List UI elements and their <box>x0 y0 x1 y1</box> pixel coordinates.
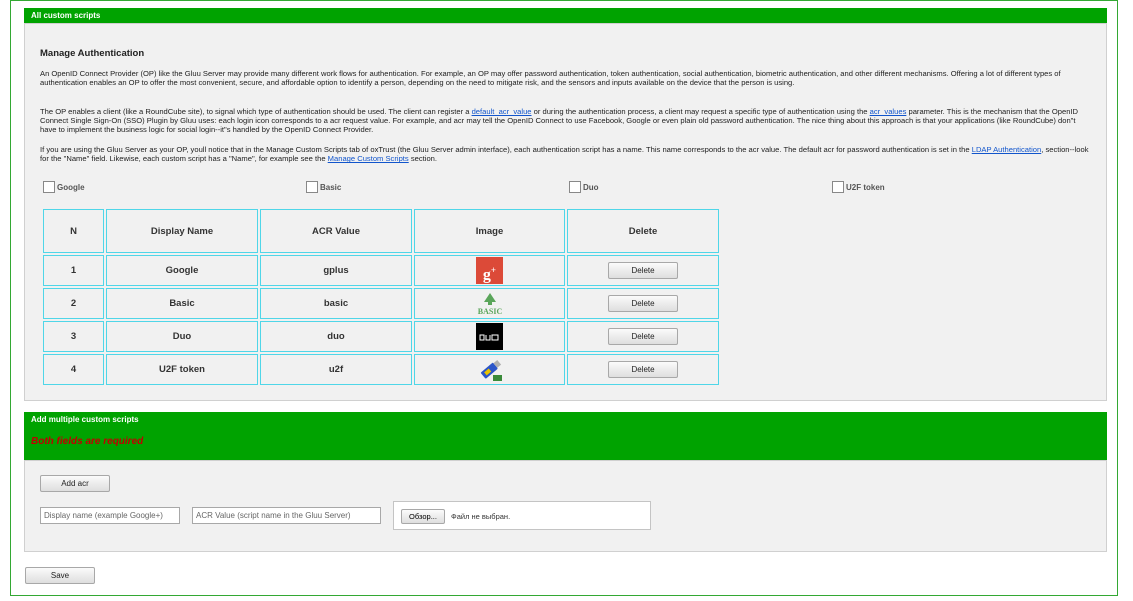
checkbox-label: Duo <box>583 182 599 192</box>
display-name-cell: Basic <box>106 288 258 319</box>
column-header: ACR Value <box>260 209 412 253</box>
column-header: Image <box>414 209 565 253</box>
row-number: 3 <box>43 321 104 352</box>
add-scripts-header: Add multiple custom scripts Both fields … <box>24 412 1107 460</box>
image-cell: BASIC <box>414 288 565 319</box>
checkbox-google[interactable]: Google <box>43 181 85 193</box>
table-row: 2 Basic basic BASIC Delete <box>43 288 719 319</box>
add-scripts-panel: Add acr Обзор... Файл не выбран. <box>24 460 1107 552</box>
row-number: 1 <box>43 255 104 286</box>
duo-icon <box>476 323 503 350</box>
column-header: Delete <box>567 209 719 253</box>
acr-value-input[interactable] <box>192 507 381 524</box>
browse-button[interactable]: Обзор... <box>401 509 445 524</box>
row-number: 4 <box>43 354 104 385</box>
acr-values-link[interactable]: acr_values <box>870 107 907 116</box>
add-scripts-title: Add multiple custom scripts <box>31 415 139 424</box>
delete-button[interactable]: Delete <box>608 328 678 345</box>
display-name-cell: Google <box>106 255 258 286</box>
acr-value-cell: duo <box>260 321 412 352</box>
checkbox-basic[interactable]: Basic <box>306 181 341 193</box>
section-heading: Manage Authentication <box>40 48 145 59</box>
usb-key-icon <box>480 359 502 381</box>
display-name-input[interactable] <box>40 507 180 524</box>
svg-text:BASIC: BASIC <box>477 307 502 316</box>
save-button[interactable]: Save <box>25 567 95 584</box>
checkbox-u2f-token[interactable]: U2F token <box>832 181 885 193</box>
intro-paragraph: An OpenID Connect Provider (OP) like the… <box>40 69 1061 88</box>
checkbox-box[interactable] <box>43 181 55 193</box>
table-row: 1 Google gplus g+ Delete <box>43 255 719 286</box>
checkbox-label: Basic <box>320 182 342 192</box>
display-name-cell: U2F token <box>106 354 258 385</box>
column-header: N <box>43 209 104 253</box>
checkbox-label: Google <box>57 182 85 192</box>
image-cell: g+ <box>414 255 565 286</box>
add-acr-button[interactable]: Add acr <box>40 475 110 492</box>
image-cell <box>414 321 565 352</box>
client-paragraph: The OP enables a client (like a RoundCub… <box>40 107 1079 135</box>
checkbox-box[interactable] <box>832 181 844 193</box>
delete-cell: Delete <box>567 354 719 385</box>
delete-cell: Delete <box>567 288 719 319</box>
table-row: 3 Duo duo Delete <box>43 321 719 352</box>
all-scripts-title: All custom scripts <box>31 11 101 20</box>
display-name-cell: Duo <box>106 321 258 352</box>
delete-button[interactable]: Delete <box>608 262 678 279</box>
checkbox-box[interactable] <box>569 181 581 193</box>
file-upload-field[interactable]: Обзор... Файл не выбран. <box>393 501 651 530</box>
manage-custom-scripts-link[interactable]: Manage Custom Scripts <box>328 154 409 163</box>
gluu-paragraph: If you are using the Gluu Server as your… <box>40 145 1089 164</box>
table-row: 4 U2F token u2f Delete <box>43 354 719 385</box>
table-header-row: N Display Name ACR Value Image Delete <box>43 209 719 253</box>
row-number: 2 <box>43 288 104 319</box>
delete-button[interactable]: Delete <box>608 295 678 312</box>
acr-value-cell: u2f <box>260 354 412 385</box>
acr-table: N Display Name ACR Value Image Delete 1 … <box>41 207 721 387</box>
delete-cell: Delete <box>567 321 719 352</box>
google-plus-icon: g+ <box>476 257 503 284</box>
delete-button[interactable]: Delete <box>608 361 678 378</box>
basic-icon: BASIC <box>477 292 502 316</box>
ldap-authentication-link[interactable]: LDAP Authentication <box>972 145 1042 154</box>
all-scripts-header: All custom scripts <box>24 8 1107 23</box>
file-status-text: Файл не выбран. <box>451 512 511 521</box>
checkbox-duo[interactable]: Duo <box>569 181 599 193</box>
default-acr-value-link[interactable]: default_acr_value <box>472 107 532 116</box>
acr-value-cell: gplus <box>260 255 412 286</box>
checkbox-label: U2F token <box>846 182 885 192</box>
checkbox-box[interactable] <box>306 181 318 193</box>
delete-cell: Delete <box>567 255 719 286</box>
validation-warning: Both fields are required <box>31 436 144 447</box>
acr-value-cell: basic <box>260 288 412 319</box>
image-cell <box>414 354 565 385</box>
manage-authentication-panel: Manage Authentication An OpenID Connect … <box>24 23 1107 401</box>
column-header: Display Name <box>106 209 258 253</box>
